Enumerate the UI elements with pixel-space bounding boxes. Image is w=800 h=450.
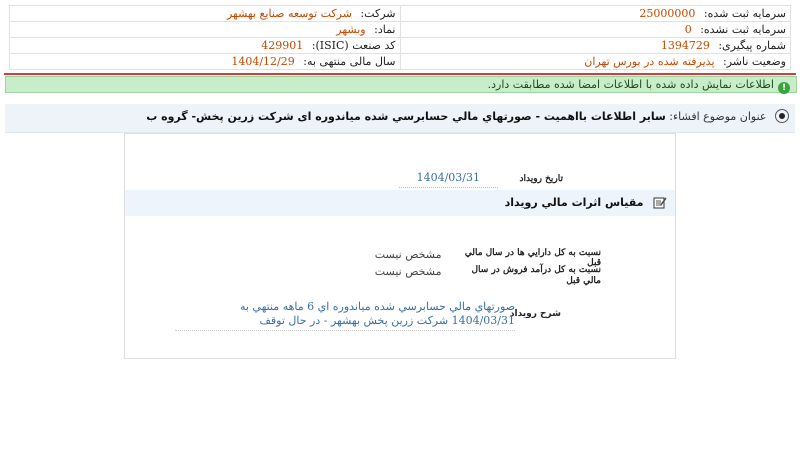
subject-bar: عنوان موضوع افشاء: ساير اطلاعات بااهميت … xyxy=(5,104,795,133)
company-value: شرکت توسعه صنایع بهشهر xyxy=(226,7,352,20)
assets-ratio-value: مشخص نيست xyxy=(374,248,442,261)
company-info-table: شرکت: شرکت توسعه صنایع بهشهر سرمایه ثبت … xyxy=(9,5,791,70)
publisher-status-label: وضعیت ناشر: xyxy=(723,55,786,68)
publisher-status-value: پذیرفته شده در بورس تهران xyxy=(584,55,715,68)
event-details-panel: تاريخ رويداد 1404/03/31 مقياس اثرات مالي… xyxy=(124,133,676,359)
subject-title: ساير اطلاعات بااهميت - صورتهاي مالي حساب… xyxy=(146,110,666,123)
financial-impact-header: مقياس اثرات مالي رويداد xyxy=(125,190,675,216)
info-icon: ! xyxy=(778,82,790,94)
event-date-row: تاريخ رويداد 1404/03/31 xyxy=(398,171,563,188)
symbol-value: وبشهر xyxy=(336,23,366,36)
symbol-cell: نماد: وبشهر xyxy=(9,21,401,38)
event-date-label: تاريخ رويداد xyxy=(519,174,563,184)
isic-value: 429901 xyxy=(261,39,304,52)
publisher-status-cell: وضعیت ناشر: پذیرفته شده در بورس تهران xyxy=(399,53,791,70)
fiscal-year-value: 1404/12/29 xyxy=(231,55,295,68)
tracking-cell: شماره پیگیری: 1394729 xyxy=(399,37,791,54)
sales-ratio-row: نسبت به کل درآمد فروش در سال مالي قبل مش… xyxy=(301,265,601,287)
fiscal-year-label: سال مالی منتهی به: xyxy=(303,55,396,68)
tracking-label: شماره پیگیری: xyxy=(718,39,786,52)
isic-label: کد صنعت (ISIC): xyxy=(311,39,396,52)
fiscal-year-cell: سال مالی منتهی به: 1404/12/29 xyxy=(9,53,401,70)
unregistered-capital-cell: سرمایه ثبت نشده: 0 xyxy=(399,21,791,38)
description-value: صورتهاي مالي حسابرسي شده مياندوره اي 6 م… xyxy=(175,300,515,331)
financial-impact-title: مقياس اثرات مالي رويداد xyxy=(504,196,644,209)
registered-capital-cell: سرمایه ثبت شده: 25000000 xyxy=(399,5,791,22)
isic-cell: کد صنعت (ISIC): 429901 xyxy=(9,37,401,54)
unregistered-capital-label: سرمایه ثبت نشده: xyxy=(700,23,786,36)
company-cell: شرکت: شرکت توسعه صنایع بهشهر xyxy=(9,5,401,22)
radio-icon xyxy=(775,109,789,123)
company-label: شرکت: xyxy=(360,7,396,20)
registered-capital-value: 25000000 xyxy=(639,7,696,20)
tracking-value: 1394729 xyxy=(660,39,710,52)
event-date-value: 1404/03/31 xyxy=(398,171,499,188)
subject-label: عنوان موضوع افشاء: xyxy=(669,110,767,123)
notice-text: اطلاعات نمایش داده شده با اطلاعات امضا ش… xyxy=(487,78,774,91)
registered-capital-label: سرمایه ثبت شده: xyxy=(703,7,786,20)
sales-ratio-label: نسبت به کل درآمد فروش در سال مالي قبل xyxy=(471,265,602,286)
signature-notice: ! اطلاعات نمایش داده شده با اطلاعات امضا … xyxy=(5,76,797,94)
edit-note-icon xyxy=(653,197,667,209)
description-label: شرح رويداد xyxy=(509,309,561,319)
sales-ratio-value: مشخص نيست xyxy=(374,265,442,278)
symbol-label: نماد: xyxy=(374,23,396,36)
red-divider xyxy=(4,73,796,75)
unregistered-capital-value: 0 xyxy=(684,23,692,36)
